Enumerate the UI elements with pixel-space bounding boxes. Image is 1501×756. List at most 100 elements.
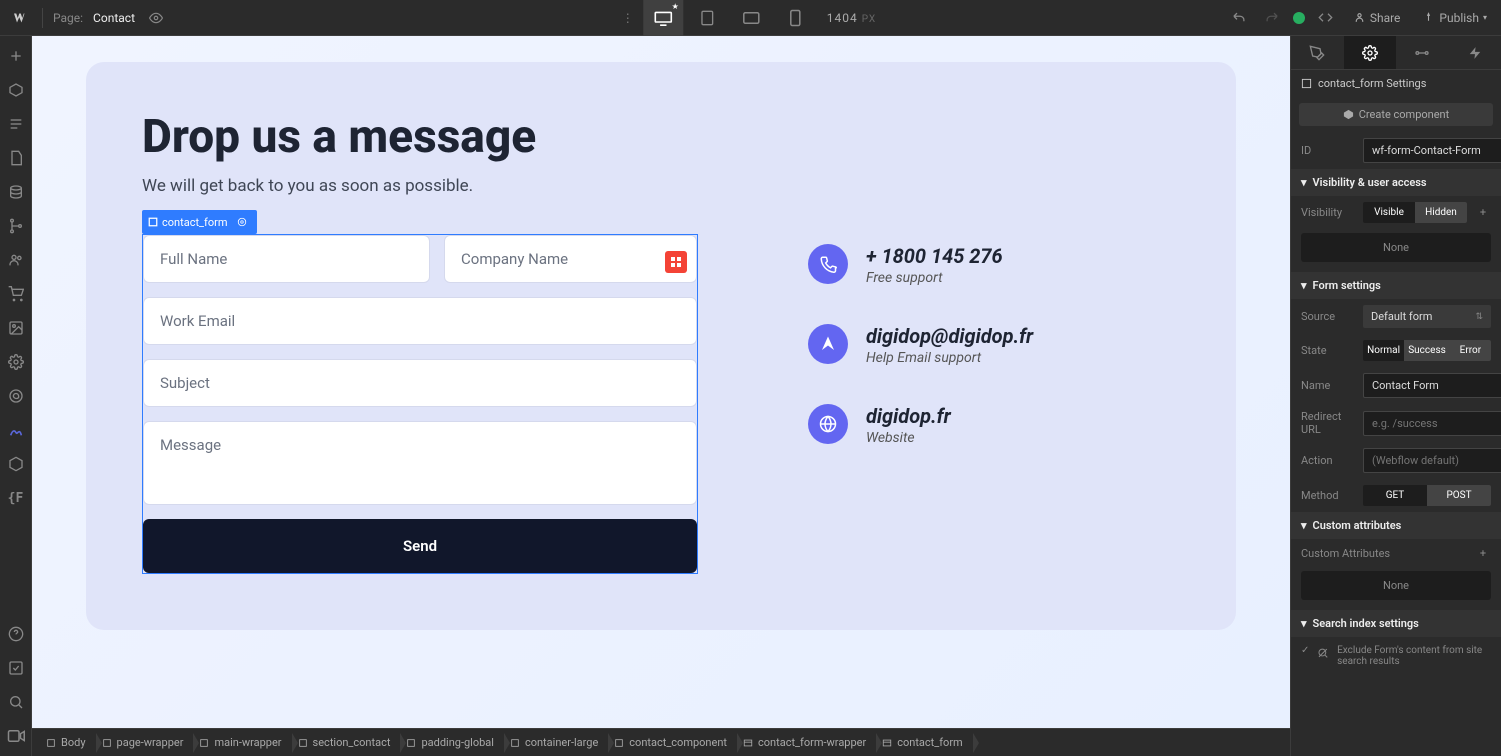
publish-button[interactable]: Publish ▾ xyxy=(1416,7,1493,29)
custom-attributes-none: None xyxy=(1301,571,1491,600)
cms-icon[interactable] xyxy=(6,182,26,202)
canvas-width-value: 1404 xyxy=(827,11,858,25)
element-settings-gear-icon[interactable] xyxy=(233,213,251,231)
logic-icon[interactable] xyxy=(6,216,26,236)
design-canvas[interactable]: Drop us a message We will get back to yo… xyxy=(32,36,1290,728)
check-icon: ✓ xyxy=(1301,645,1309,656)
send-icon xyxy=(808,324,848,364)
id-input[interactable] xyxy=(1363,138,1501,163)
company-name-field[interactable]: Company Name xyxy=(444,235,697,283)
redirect-url-input[interactable] xyxy=(1363,411,1501,436)
apps-icon[interactable] xyxy=(6,386,26,406)
contact-form-outline[interactable]: Full Name Company Name Work Email Subjec… xyxy=(142,234,698,574)
form-name-label: Name xyxy=(1301,379,1355,392)
message-field[interactable]: Message xyxy=(143,421,697,505)
status-dot-icon[interactable] xyxy=(1293,12,1305,24)
selected-element-tag[interactable]: contact_form xyxy=(142,210,257,234)
navigator-icon[interactable] xyxy=(6,114,26,134)
effects-tab-icon[interactable] xyxy=(1449,36,1501,69)
search-exclude-icon xyxy=(1317,645,1329,661)
add-element-icon[interactable] xyxy=(6,46,26,66)
breadcrumb-item[interactable]: section_contact xyxy=(292,729,401,756)
breadcrumb-item[interactable]: contact_component xyxy=(608,729,737,756)
globe-icon xyxy=(808,404,848,444)
send-button[interactable]: Send xyxy=(143,519,697,573)
exclude-search-toggle[interactable]: ✓ Exclude Form's content from site searc… xyxy=(1291,637,1501,675)
assets-icon[interactable] xyxy=(6,318,26,338)
form-settings-section-header[interactable]: ▾ Form settings xyxy=(1291,272,1501,299)
state-error-button[interactable]: Error xyxy=(1450,340,1491,361)
action-input[interactable] xyxy=(1363,448,1501,473)
state-normal-button[interactable]: Normal xyxy=(1363,340,1404,361)
source-select[interactable]: Default form⇅ xyxy=(1363,305,1491,328)
breadcrumb-item[interactable]: contact_form-wrapper xyxy=(737,729,876,756)
redo-icon[interactable] xyxy=(1261,7,1283,29)
device-tablet-icon[interactable] xyxy=(687,0,727,36)
left-toolbar: {F xyxy=(0,36,32,756)
form-name-input[interactable] xyxy=(1363,373,1501,398)
method-post-button[interactable]: POST xyxy=(1427,485,1491,506)
phone-icon xyxy=(808,244,848,284)
breadcrumb-item[interactable]: page-wrapper xyxy=(96,729,194,756)
checklist-icon[interactable] xyxy=(6,658,26,678)
audit-icon[interactable] xyxy=(6,420,26,440)
canvas-unit: PX xyxy=(862,14,876,25)
element-settings-title: contact_form Settings xyxy=(1291,70,1501,97)
code-icon[interactable] xyxy=(1315,7,1337,29)
work-email-field[interactable]: Work Email xyxy=(143,297,697,345)
device-desktop-icon[interactable] xyxy=(643,0,683,36)
interactions-tab-icon[interactable] xyxy=(1396,36,1449,69)
undo-icon[interactable] xyxy=(1229,7,1251,29)
custom-attributes-section-header[interactable]: ▾ Custom attributes xyxy=(1291,512,1501,539)
settings-tab-icon[interactable] xyxy=(1344,36,1397,69)
breadcrumb-item[interactable]: Body xyxy=(40,729,96,756)
state-label: State xyxy=(1301,344,1355,357)
variables-icon[interactable] xyxy=(6,454,26,474)
subject-field[interactable]: Subject xyxy=(143,359,697,407)
visibility-visible-button[interactable]: Visible xyxy=(1363,202,1415,223)
audit-warning-icon[interactable] xyxy=(665,251,687,273)
style-tab-icon[interactable] xyxy=(1291,36,1344,69)
pages-icon[interactable] xyxy=(6,80,26,100)
device-tablet-landscape-icon[interactable] xyxy=(731,0,771,36)
redirect-url-label: Redirect URL xyxy=(1301,410,1355,436)
page-title: Drop us a message xyxy=(142,110,1180,164)
breadcrumb-item[interactable]: contact_form xyxy=(876,729,972,756)
device-mobile-icon[interactable] xyxy=(775,0,815,36)
page-name[interactable]: Contact xyxy=(93,11,135,25)
help-icon[interactable] xyxy=(6,624,26,644)
breadcrumb-bar: Bodypage-wrappermain-wrappersection_cont… xyxy=(32,728,1290,756)
users-icon[interactable] xyxy=(6,250,26,270)
breadcrumb-item[interactable]: main-wrapper xyxy=(193,729,291,756)
video-icon[interactable] xyxy=(6,726,26,746)
page-icon[interactable] xyxy=(6,148,26,168)
info-email: digidop@digidop.frHelp Email support xyxy=(808,324,1033,366)
add-attribute-icon[interactable]: + xyxy=(1475,545,1491,561)
visibility-section-header[interactable]: ▾ Visibility & user access xyxy=(1291,169,1501,196)
method-get-button[interactable]: GET xyxy=(1363,485,1427,506)
full-name-field[interactable]: Full Name xyxy=(143,235,430,283)
create-component-button[interactable]: Create component xyxy=(1299,103,1493,126)
search-icon[interactable] xyxy=(6,692,26,712)
preview-eye-icon[interactable] xyxy=(145,7,167,29)
breadcrumb-item[interactable]: padding-global xyxy=(400,729,504,756)
breadcrumb-item[interactable]: container-large xyxy=(504,729,608,756)
ecommerce-icon[interactable] xyxy=(6,284,26,304)
settings-icon[interactable] xyxy=(6,352,26,372)
webflow-logo-icon[interactable] xyxy=(8,6,32,30)
visibility-hidden-button[interactable]: Hidden xyxy=(1415,202,1467,223)
method-label: Method xyxy=(1301,489,1355,502)
search-index-section-header[interactable]: ▾ Search index settings xyxy=(1291,610,1501,637)
top-bar: Page: Contact ⋮ 1404 PX Share Publish ▾ xyxy=(0,0,1501,36)
selected-element-label: contact_form xyxy=(162,216,227,229)
contact-card: Drop us a message We will get back to yo… xyxy=(86,62,1236,630)
add-visibility-icon[interactable]: + xyxy=(1475,205,1491,221)
state-success-button[interactable]: Success xyxy=(1404,340,1450,361)
page-label: Page: xyxy=(53,11,83,25)
more-vertical-icon[interactable]: ⋮ xyxy=(617,7,639,29)
finsweet-icon[interactable]: {F xyxy=(6,488,26,508)
divider xyxy=(42,8,43,28)
info-phone: + 1800 145 276Free support xyxy=(808,244,1033,286)
action-label: Action xyxy=(1301,454,1355,467)
share-button[interactable]: Share xyxy=(1347,7,1407,29)
